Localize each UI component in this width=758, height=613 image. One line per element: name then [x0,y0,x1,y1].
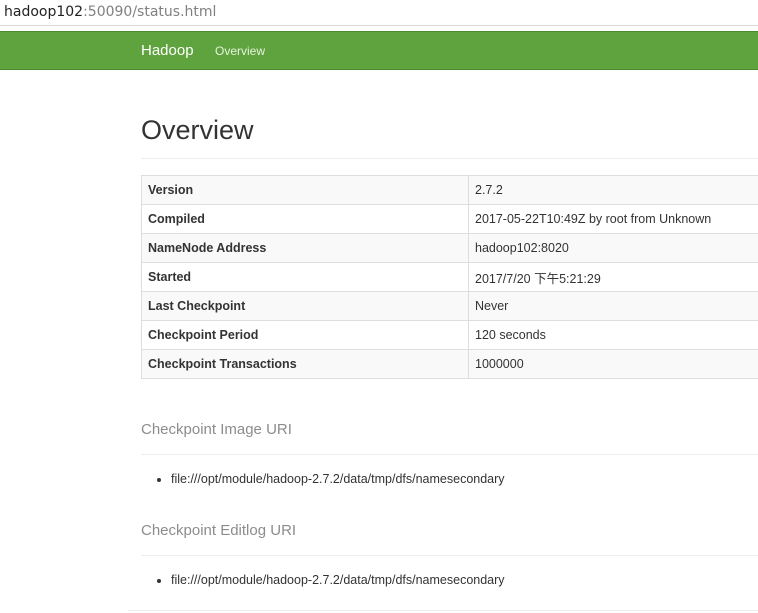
editlog-uri-divider [141,555,758,556]
row-value: Never [468,291,758,321]
top-navbar: Hadoop Overview [0,31,758,70]
nav-overview-link[interactable]: Overview [215,32,265,70]
row-key: Version [141,175,469,205]
list-item: file:///opt/module/hadoop-2.7.2/data/tmp… [171,571,505,589]
title-divider [141,158,758,159]
brand-link[interactable]: Hadoop [141,32,194,69]
row-value: hadoop102:8020 [468,233,758,263]
row-key: Checkpoint Transactions [141,349,469,379]
row-key: Last Checkpoint [141,291,469,321]
row-key: Compiled [141,204,469,234]
table-row: Started 2017/7/20 下午5:21:29 [141,262,758,292]
page-title: Overview [141,115,254,145]
table-row: Checkpoint Period 120 seconds [141,320,758,350]
image-uri-list: file:///opt/module/hadoop-2.7.2/data/tmp… [141,470,505,488]
image-uri-divider [141,454,758,455]
table-row: NameNode Address hadoop102:8020 [141,233,758,263]
table-row: Compiled 2017-05-22T10:49Z by root from … [141,204,758,234]
row-value: 1000000 [468,349,758,379]
image-uri-heading: Checkpoint Image URI [141,421,292,438]
row-key: Checkpoint Period [141,320,469,350]
url-host[interactable]: hadoop102 [4,4,83,20]
address-bar[interactable]: hadoop102:50090/status.html [0,0,758,26]
table-row: Last Checkpoint Never [141,291,758,321]
list-item: file:///opt/module/hadoop-2.7.2/data/tmp… [171,470,505,488]
bottom-divider [128,610,758,611]
row-key: NameNode Address [141,233,469,263]
table-row: Version 2.7.2 [141,175,758,205]
editlog-uri-list: file:///opt/module/hadoop-2.7.2/data/tmp… [141,571,505,589]
row-value: 120 seconds [468,320,758,350]
url-path[interactable]: :50090/status.html [83,4,216,20]
editlog-uri-heading: Checkpoint Editlog URI [141,522,297,539]
overview-table: Version 2.7.2 Compiled 2017-05-22T10:49Z… [141,175,758,379]
table-row: Checkpoint Transactions 1000000 [141,349,758,379]
row-key: Started [141,262,469,292]
row-value: 2017-05-22T10:49Z by root from Unknown [468,204,758,234]
row-value: 2017/7/20 下午5:21:29 [468,262,758,292]
row-value: 2.7.2 [468,175,758,205]
